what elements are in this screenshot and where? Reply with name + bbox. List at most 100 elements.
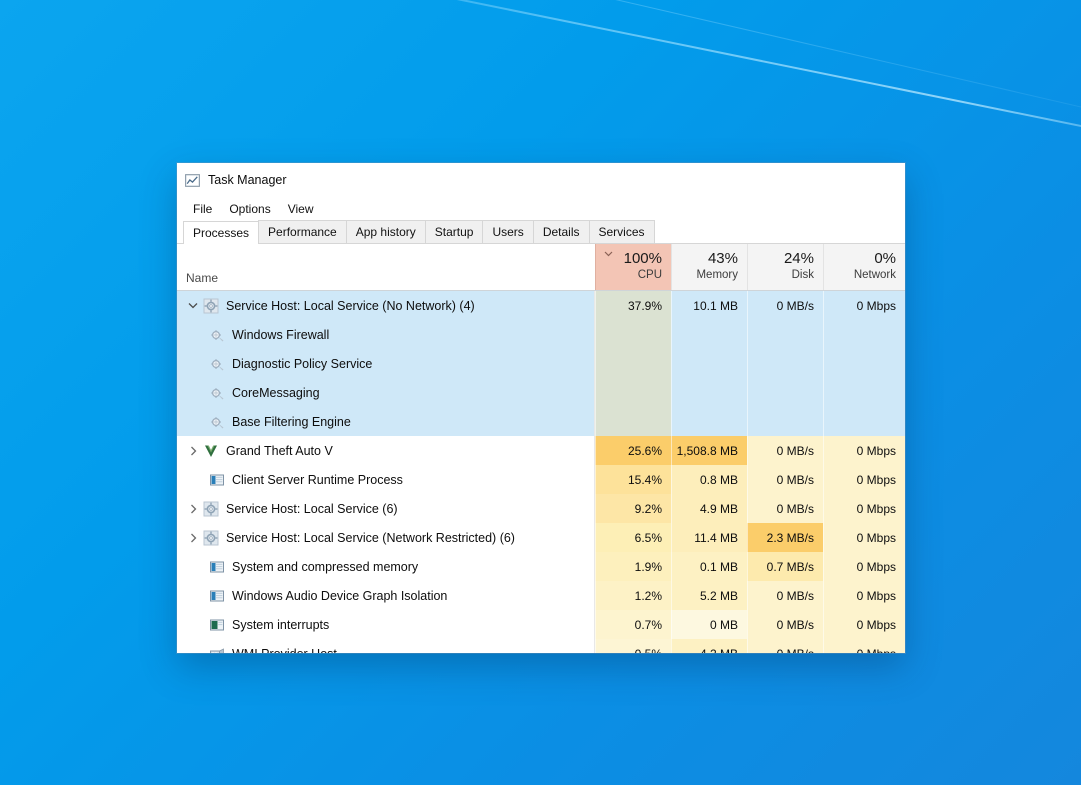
process-name-cell[interactable]: Grand Theft Auto V — [177, 436, 595, 465]
memory-cell — [671, 407, 747, 436]
process-name-label: Windows Firewall — [232, 327, 330, 342]
disk-cell: 0 MB/s — [747, 581, 823, 610]
menu-item-file[interactable]: File — [186, 201, 219, 217]
disk-cell: 2.3 MB/s — [747, 523, 823, 552]
process-name-cell[interactable]: Windows Audio Device Graph Isolation — [177, 581, 595, 610]
column-header-network[interactable]: 0% Network — [823, 244, 905, 290]
table-row[interactable]: Windows Firewall — [177, 320, 905, 349]
cpu-cell — [595, 349, 671, 378]
process-name-cell[interactable]: System interrupts — [177, 610, 595, 639]
tab-performance[interactable]: Performance — [258, 220, 347, 243]
disk-cell: 0 MB/s — [747, 639, 823, 653]
table-row[interactable]: Service Host: Local Service (No Network)… — [177, 291, 905, 320]
menu-item-view[interactable]: View — [281, 201, 321, 217]
chevron-right-icon[interactable] — [183, 533, 203, 543]
disk-cell — [747, 378, 823, 407]
network-cell: 0 Mbps — [823, 494, 905, 523]
network-cell — [823, 378, 905, 407]
process-name-cell[interactable]: Base Filtering Engine — [177, 407, 595, 436]
column-header-name-label: Name — [186, 271, 219, 285]
chevron-right-icon[interactable] — [183, 504, 203, 514]
cpu-cell — [595, 378, 671, 407]
task-manager-window: Task Manager File Options View Processes… — [177, 163, 905, 653]
table-row[interactable]: Service Host: Local Service (Network Res… — [177, 523, 905, 552]
process-name-label: System and compressed memory — [232, 559, 419, 574]
table-row[interactable]: Service Host: Local Service (6) 9.2% 4.9 M… — [177, 494, 905, 523]
process-name-cell[interactable]: Client Server Runtime Process — [177, 465, 595, 494]
table-row[interactable]: Windows Audio Device Graph Isolation 1.2%… — [177, 581, 905, 610]
disk-cell: 0 MB/s — [747, 494, 823, 523]
process-name-cell[interactable]: Service Host: Local Service (6) — [177, 494, 595, 523]
memory-cell: 11.4 MB — [671, 523, 747, 552]
memory-cell: 4.9 MB — [671, 494, 747, 523]
disk-cell: 0 MB/s — [747, 465, 823, 494]
column-header-network-percent: 0% — [874, 250, 896, 267]
table-row[interactable]: Base Filtering Engine — [177, 407, 905, 436]
memory-cell — [671, 349, 747, 378]
process-name-label: Windows Audio Device Graph Isolation — [232, 588, 448, 603]
disk-cell: 0.7 MB/s — [747, 552, 823, 581]
column-header-cpu-percent: 100% — [623, 250, 662, 267]
column-header-name[interactable]: Name — [177, 244, 595, 290]
service-gear-icon — [211, 416, 224, 428]
process-name-label: CoreMessaging — [232, 385, 320, 400]
wallpaper-light-ray — [269, 0, 1081, 162]
tab-app-history[interactable]: App history — [345, 220, 426, 243]
column-header-memory[interactable]: 43% Memory — [671, 244, 747, 290]
column-header-disk[interactable]: 24% Disk — [747, 244, 823, 290]
column-header-cpu-label: CPU — [637, 269, 662, 281]
process-name-cell[interactable]: WMI Provider Host — [177, 639, 595, 653]
tab-startup[interactable]: Startup — [424, 220, 484, 243]
cpu-cell: 1.9% — [595, 552, 671, 581]
wmi-provider-icon — [210, 647, 224, 653]
table-row[interactable]: Client Server Runtime Process 15.4% 0.8 MB… — [177, 465, 905, 494]
disk-cell — [747, 320, 823, 349]
process-name-label: System interrupts — [232, 617, 330, 632]
chevron-down-icon[interactable] — [183, 302, 203, 309]
column-header-cpu[interactable]: 100% CPU — [595, 244, 671, 290]
menu-item-options[interactable]: Options — [222, 201, 277, 217]
chevron-right-icon[interactable] — [183, 446, 203, 456]
table-row[interactable]: WMI Provider Host 0.5%4.2 MB0 MB/s0 Mbps — [177, 639, 905, 653]
memory-cell — [671, 320, 747, 349]
tab-processes[interactable]: Processes — [183, 221, 260, 244]
process-name-cell[interactable]: Service Host: Local Service (No Network)… — [177, 291, 595, 320]
menu-bar: File Options View — [177, 197, 905, 220]
process-name-cell[interactable]: Service Host: Local Service (Network Res… — [177, 523, 595, 552]
process-name-cell[interactable]: Diagnostic Policy Service — [177, 349, 595, 378]
process-name-cell[interactable]: Windows Firewall — [177, 320, 595, 349]
service-gear-icon — [211, 387, 224, 399]
table-row[interactable]: CoreMessaging — [177, 378, 905, 407]
table-row[interactable]: System interrupts 0.7% 0 MB 0 MB/s 0 Mbps — [177, 610, 905, 639]
network-cell: 0 Mbps — [823, 581, 905, 610]
process-list: Service Host: Local Service (No Network)… — [177, 291, 905, 653]
tab-details[interactable]: Details — [532, 220, 590, 243]
process-name-cell[interactable]: System and compressed memory — [177, 552, 595, 581]
memory-cell: 0.8 MB — [671, 465, 747, 494]
cpu-cell — [595, 320, 671, 349]
memory-cell: 4.2 MB — [671, 639, 747, 653]
network-cell: 0 Mbps — [823, 552, 905, 581]
network-cell: 0 Mbps — [823, 639, 905, 653]
windows-process-icon — [210, 561, 224, 572]
process-name-label: Service Host: Local Service (Network Res… — [226, 530, 515, 545]
windows-process-icon — [210, 590, 224, 601]
process-name-label: Grand Theft Auto V — [226, 443, 333, 458]
tab-services[interactable]: Services — [588, 220, 655, 243]
windows-process-icon — [210, 474, 224, 485]
disk-cell — [747, 349, 823, 378]
wallpaper-light-ray-secondary — [229, 0, 1081, 159]
process-name-label: Client Server Runtime Process — [232, 472, 403, 487]
window-title: Task Manager — [208, 173, 287, 187]
network-cell: 0 Mbps — [823, 291, 905, 320]
process-name-cell[interactable]: CoreMessaging — [177, 378, 595, 407]
table-row[interactable]: System and compressed memory 1.9% 0.1 MB 0.… — [177, 552, 905, 581]
cpu-cell: 9.2% — [595, 494, 671, 523]
table-row[interactable]: Diagnostic Policy Service — [177, 349, 905, 378]
system-interrupts-icon — [210, 619, 224, 630]
table-row[interactable]: Grand Theft Auto V 25.6% 1,508.8 MB 0 MB/s 0… — [177, 436, 905, 465]
tab-users[interactable]: Users — [482, 220, 534, 243]
cpu-cell: 0.5% — [595, 639, 671, 653]
cpu-cell: 6.5% — [595, 523, 671, 552]
memory-cell: 1,508.8 MB — [671, 436, 747, 465]
